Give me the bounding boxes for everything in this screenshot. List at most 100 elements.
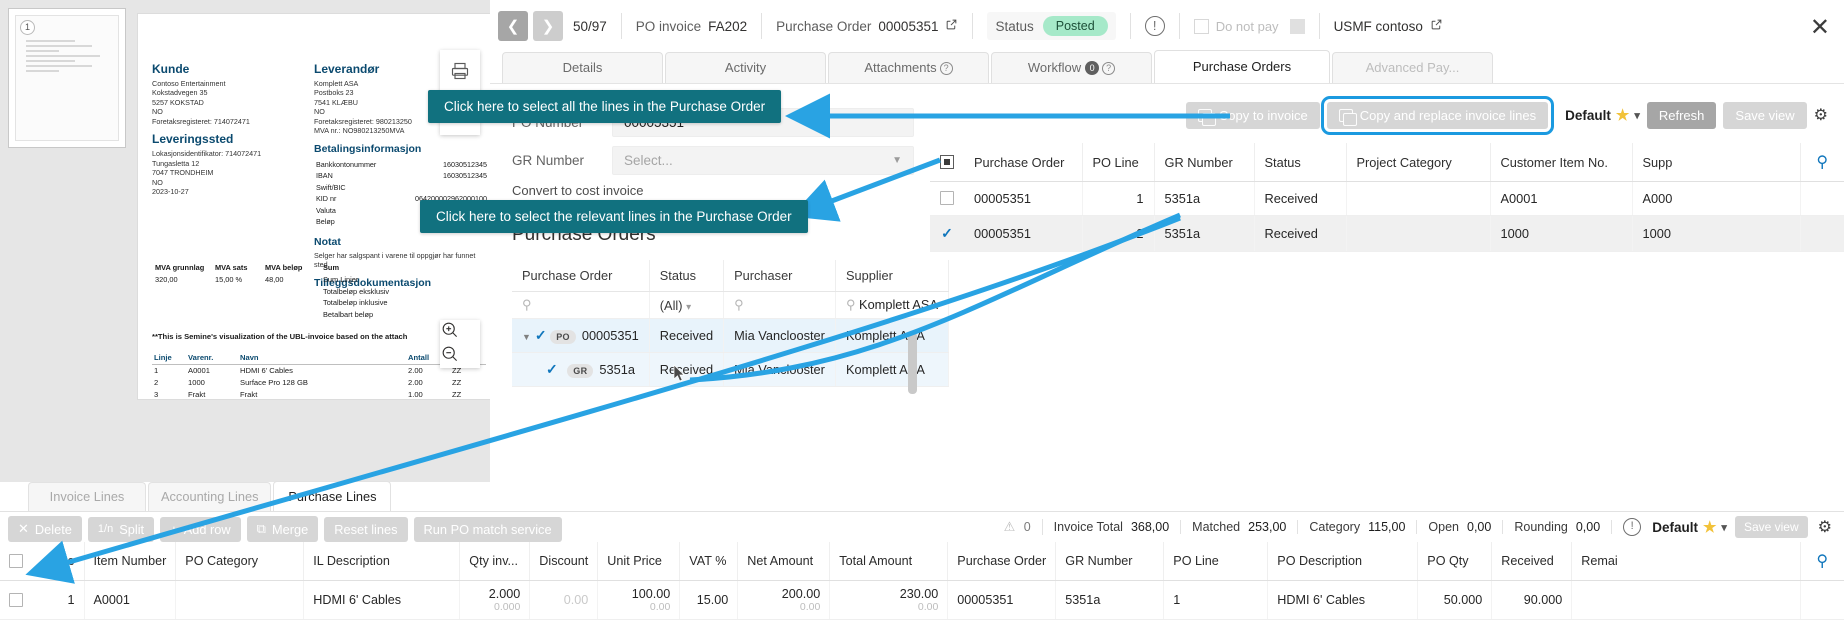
select-all-header-cell[interactable] (0, 542, 32, 581)
col-vat-pct[interactable]: VAT % (680, 542, 738, 581)
add-row-button[interactable]: +Add row (160, 517, 241, 542)
zoom-out-icon[interactable] (440, 344, 480, 368)
po-filter-purchaser[interactable]: ⚲ (724, 292, 836, 319)
col-project-category[interactable]: Project Category (1346, 143, 1490, 182)
do-not-pay-checkbox[interactable] (1194, 19, 1209, 34)
col-il-description[interactable]: IL Description (304, 542, 460, 581)
print-icon[interactable] (440, 50, 480, 92)
tab-workflow[interactable]: Workflow0? (991, 52, 1152, 83)
select-all-header-cell[interactable] (930, 143, 964, 182)
row-0-qty-inv: 2.0000.000 (460, 581, 530, 620)
col-total-amount[interactable]: Total Amount (830, 542, 948, 581)
chevron-down-icon[interactable]: ▾ (1721, 521, 1727, 534)
do-not-pay-group[interactable]: Do not pay (1194, 19, 1305, 34)
reset-lines-button[interactable]: Reset lines (324, 517, 407, 542)
row-checkbox[interactable] (940, 191, 954, 205)
col-status[interactable]: Status (1254, 143, 1346, 182)
po-tree-row-0-purchase-order[interactable]: ▼✓ PO00005351 (512, 319, 649, 353)
convert-to-cost-invoice-link[interactable]: Convert to cost invoice (512, 183, 914, 198)
row-checkbox[interactable] (9, 593, 23, 607)
external-link-icon[interactable] (945, 18, 958, 34)
col-supplier-item[interactable]: Supp (1632, 143, 1800, 182)
next-record-button[interactable]: ❯ (533, 11, 563, 41)
search-icon[interactable]: ⚲ (1816, 154, 1828, 171)
page-thumbnail[interactable]: 1 (8, 8, 126, 148)
merge-button[interactable]: ⧉Merge (247, 516, 319, 542)
col-gr-number[interactable]: GR Number (1154, 143, 1254, 182)
col-po-category[interactable]: PO Category (176, 542, 304, 581)
row-0-checkbox-cell[interactable] (930, 182, 964, 216)
gear-icon[interactable]: ⚙ (1814, 105, 1828, 125)
col-remaining[interactable]: Remai (1572, 542, 1800, 581)
tab-details[interactable]: Details (502, 52, 663, 83)
info-circle-icon[interactable]: ! (1145, 16, 1165, 36)
grid-search-header[interactable]: ⚲ (1800, 542, 1844, 581)
tab-attachments[interactable]: Attachments? (828, 52, 989, 83)
delete-button[interactable]: ✕Delete (8, 516, 82, 542)
run-po-match-service-button[interactable]: Run PO match service (414, 517, 562, 542)
bottom-save-view-button[interactable]: Save view (1735, 516, 1808, 538)
col-unit-price[interactable]: Unit Price (598, 542, 680, 581)
po-tree-col-purchase-order[interactable]: Purchase Order (512, 260, 649, 292)
tab-purchase-lines[interactable]: Purchase Lines (273, 481, 391, 511)
col-po-description[interactable]: PO Description (1268, 542, 1418, 581)
col-customer-item-no[interactable]: Customer Item No. (1490, 143, 1632, 182)
copy-to-invoice-button[interactable]: Copy to invoice (1186, 102, 1320, 129)
tab-activity[interactable]: Activity (665, 52, 826, 83)
stat-invoice-total: Invoice Total368,00 (1043, 520, 1182, 534)
partial-select-icon[interactable] (940, 155, 954, 169)
refresh-button[interactable]: Refresh (1647, 102, 1717, 129)
split-button[interactable]: 1/nSplit (88, 517, 154, 542)
col-po-qty[interactable]: PO Qty (1418, 542, 1492, 581)
gr-number-select[interactable]: Select... ▼ (612, 146, 914, 175)
expand-collapse-icon[interactable]: ▼ (522, 332, 531, 342)
view-selector[interactable]: Default ★ ▾ (1565, 106, 1640, 124)
row-checked-icon[interactable]: ✓ (941, 225, 953, 241)
chevron-down-icon[interactable]: ▾ (1634, 109, 1640, 122)
info-circle-icon[interactable]: ! (1623, 518, 1641, 536)
tab-invoice-lines[interactable]: Invoice Lines (28, 482, 146, 511)
col-gr-number[interactable]: GR Number (1056, 542, 1164, 581)
po-filter-status[interactable]: (All) ▾ (649, 292, 723, 319)
close-panel-button[interactable]: ✕ (1810, 16, 1830, 40)
gear-icon[interactable]: ⚙ (1818, 517, 1832, 537)
row-1-checkbox-cell[interactable]: ✓ (930, 216, 964, 252)
po-filter-purchase-order[interactable]: ⚲ (512, 292, 649, 319)
col-item-number[interactable]: Item Number (84, 542, 176, 581)
po-tree-scrollbar-thumb[interactable] (908, 332, 917, 394)
tab-accounting-lines[interactable]: Accounting Lines (148, 482, 271, 511)
col-po-line[interactable]: PO Line (1164, 542, 1268, 581)
col-po-line[interactable]: PO Line (1082, 143, 1154, 182)
col-discount[interactable]: Discount (530, 542, 598, 581)
col-purchase-order[interactable]: Purchase Order (948, 542, 1056, 581)
row-checked-icon[interactable]: ✓ (535, 327, 547, 343)
payment-key-1: IBAN (316, 171, 393, 181)
po-tree-col-purchaser[interactable]: Purchaser (724, 260, 836, 292)
po-tree-row-1-purchase-order[interactable]: ✓ GR5351a (512, 353, 649, 387)
star-icon[interactable]: ★ (1616, 106, 1629, 124)
col-purchase-order[interactable]: Purchase Order (964, 143, 1082, 182)
select-all-checkbox[interactable] (9, 554, 23, 568)
stat-matched-value: 253,00 (1248, 520, 1286, 534)
zoom-in-icon[interactable] (440, 320, 480, 344)
col-line[interactable]: Line (32, 542, 84, 581)
col-net-amount[interactable]: Net Amount (738, 542, 830, 581)
po-tree-col-status[interactable]: Status (649, 260, 723, 292)
grid-search-header[interactable]: ⚲ (1800, 143, 1844, 182)
invoice-detail-panel: ❮ ❯ 50/97 PO invoice FA202 Purchase Orde… (490, 0, 1844, 482)
plus-icon: + (170, 522, 178, 537)
bottom-view-selector[interactable]: Default ★ ▾ (1652, 518, 1727, 536)
save-view-button[interactable]: Save view (1723, 102, 1806, 129)
previous-record-button[interactable]: ❮ (498, 11, 528, 41)
help-icon[interactable]: ? (1102, 62, 1115, 75)
copy-and-replace-invoice-lines-button[interactable]: Copy and replace invoice lines (1327, 102, 1548, 129)
company-external-link-icon[interactable] (1430, 18, 1443, 34)
tab-purchase-orders[interactable]: Purchase Orders (1154, 50, 1330, 83)
search-icon[interactable]: ⚲ (1816, 553, 1828, 570)
col-qty-inv[interactable]: Qty inv... (460, 542, 530, 581)
row-0-checkbox-cell[interactable] (0, 581, 32, 620)
row-checked-icon[interactable]: ✓ (546, 361, 558, 377)
col-received[interactable]: Received (1492, 542, 1572, 581)
star-icon[interactable]: ★ (1703, 518, 1716, 536)
help-icon[interactable]: ? (940, 62, 953, 75)
